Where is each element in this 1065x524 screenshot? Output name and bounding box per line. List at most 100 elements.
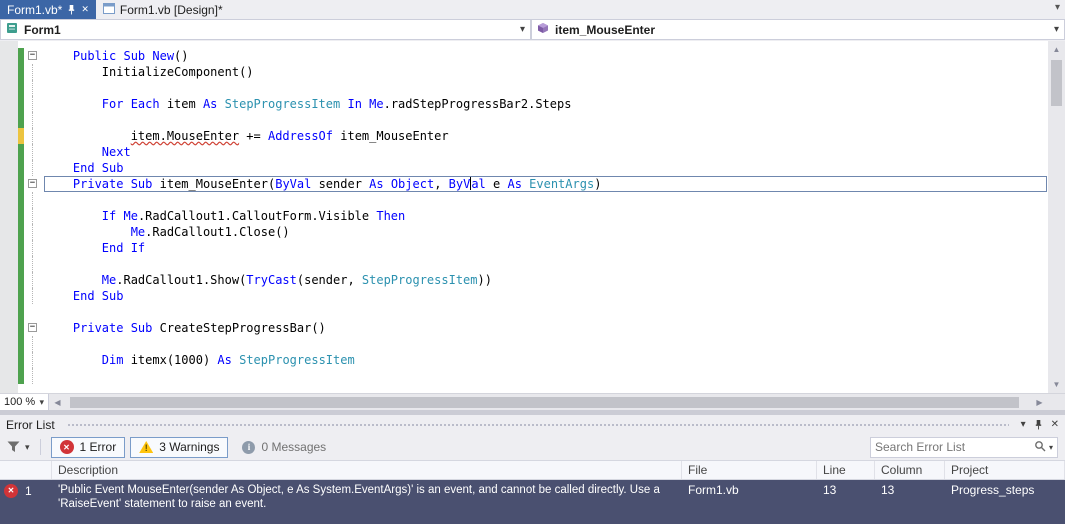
messages-filter-button[interactable]: i 0 Messages (233, 437, 335, 458)
code-line[interactable] (0, 80, 1065, 96)
code-text[interactable] (44, 368, 1047, 384)
code-text[interactable]: item.MouseEnter += AddressOf item_MouseE… (44, 128, 1047, 144)
tab-form1-vb-design[interactable]: Form1.vb [Design]* (96, 0, 230, 19)
indicator-margin[interactable] (0, 176, 18, 192)
code-line[interactable] (0, 192, 1065, 208)
code-line[interactable]: If Me.RadCallout1.CalloutForm.Visible Th… (0, 208, 1065, 224)
code-line[interactable] (0, 256, 1065, 272)
code-text[interactable] (44, 112, 1047, 128)
indicator-margin[interactable] (0, 160, 18, 176)
zoom-selector[interactable]: 100 % ▾ (0, 394, 49, 410)
code-line[interactable]: End Sub (0, 288, 1065, 304)
code-line[interactable] (0, 336, 1065, 352)
code-line[interactable]: Next (0, 144, 1065, 160)
indicator-margin[interactable] (0, 288, 18, 304)
indicator-margin[interactable] (0, 64, 18, 80)
close-icon[interactable]: ✕ (81, 5, 89, 14)
fold-collapse-icon[interactable]: − (28, 179, 37, 188)
indicator-margin[interactable] (0, 48, 18, 64)
code-text[interactable]: End If (44, 240, 1047, 256)
code-text[interactable]: Dim itemx(1000) As StepProgressItem (44, 352, 1047, 368)
chevron-down-icon[interactable]: ▾ (25, 442, 30, 453)
editor-vertical-scrollbar[interactable]: ▲ ▼ (1048, 41, 1065, 393)
code-text[interactable]: For Each item As StepProgressItem In Me.… (44, 96, 1047, 112)
indicator-margin[interactable] (0, 96, 18, 112)
indicator-margin[interactable] (0, 336, 18, 352)
scroll-up-icon[interactable]: ▲ (1048, 41, 1065, 58)
code-line[interactable]: − Private Sub item_MouseEnter(ByVal send… (0, 176, 1065, 192)
search-icon[interactable] (1034, 440, 1046, 455)
indicator-margin[interactable] (0, 304, 18, 320)
scroll-down-icon[interactable]: ▼ (1048, 376, 1065, 393)
indicator-margin[interactable] (0, 272, 18, 288)
fold-collapse-icon[interactable]: − (28, 323, 37, 332)
code-text[interactable]: InitializeComponent() (44, 64, 1047, 80)
indicator-margin[interactable] (0, 80, 18, 96)
code-line[interactable]: − Private Sub CreateStepProgressBar() (0, 320, 1065, 336)
drag-grip[interactable] (66, 422, 1009, 427)
types-dropdown[interactable]: Form1 ▾ (0, 19, 531, 40)
vertical-scrollbar-thumb[interactable] (1051, 60, 1062, 106)
warnings-filter-button[interactable]: ! 3 Warnings (130, 436, 229, 458)
code-line[interactable]: item.MouseEnter += AddressOf item_MouseE… (0, 128, 1065, 144)
indicator-margin[interactable] (0, 240, 18, 256)
indicator-margin[interactable] (0, 224, 18, 240)
indicator-margin[interactable] (0, 352, 18, 368)
code-text[interactable]: Private Sub CreateStepProgressBar() (44, 320, 1047, 336)
code-text[interactable] (44, 256, 1047, 272)
indicator-margin[interactable] (0, 320, 18, 336)
code-text[interactable] (44, 304, 1047, 320)
code-text[interactable]: End Sub (44, 160, 1047, 176)
column-header-file[interactable]: File (682, 461, 817, 479)
error-list-title-bar[interactable]: Error List ▾ ✕ (0, 415, 1065, 434)
window-position-chevron-icon[interactable]: ▾ (1021, 419, 1026, 430)
members-dropdown[interactable]: item_MouseEnter ▾ (531, 19, 1065, 40)
scroll-right-icon[interactable]: ▶ (1031, 394, 1048, 411)
code-text[interactable] (44, 192, 1047, 208)
indicator-margin[interactable] (0, 112, 18, 128)
search-input[interactable] (875, 440, 1031, 454)
indicator-margin[interactable] (0, 128, 18, 144)
pin-icon[interactable] (1034, 419, 1043, 430)
editor-horizontal-scrollbar[interactable] (66, 394, 1031, 410)
column-header-column[interactable]: Column (875, 461, 945, 479)
indicator-margin[interactable] (0, 256, 18, 272)
tab-form1-vb[interactable]: Form1.vb* ✕ (0, 0, 96, 19)
close-icon[interactable]: ✕ (1051, 419, 1059, 430)
indicator-margin[interactable] (0, 144, 18, 160)
error-row[interactable]: ✕ 1 'Public Event MouseEnter(sender As O… (0, 480, 1065, 524)
code-line[interactable]: For Each item As StepProgressItem In Me.… (0, 96, 1065, 112)
column-header-severity[interactable] (0, 461, 52, 479)
code-line[interactable] (0, 368, 1065, 384)
code-text[interactable]: If Me.RadCallout1.CalloutForm.Visible Th… (44, 208, 1047, 224)
code-line[interactable]: Me.RadCallout1.Show(TryCast(sender, Step… (0, 272, 1065, 288)
column-header-description[interactable]: Description (52, 461, 682, 479)
scroll-left-icon[interactable]: ◀ (49, 394, 66, 411)
code-line[interactable]: − Public Sub New() (0, 48, 1065, 64)
tab-list-chevron-icon[interactable]: ▾ (1055, 2, 1060, 13)
fold-collapse-icon[interactable]: − (28, 51, 37, 60)
code-text[interactable]: Public Sub New() (44, 48, 1047, 64)
code-text[interactable]: Me.RadCallout1.Show(TryCast(sender, Step… (44, 272, 1047, 288)
code-editor[interactable]: − Public Sub New() InitializeComponent()… (0, 41, 1065, 393)
code-line[interactable]: Dim itemx(1000) As StepProgressItem (0, 352, 1065, 368)
code-text[interactable] (44, 336, 1047, 352)
code-line[interactable] (0, 112, 1065, 128)
horizontal-scrollbar-thumb[interactable] (70, 397, 1019, 408)
code-line[interactable]: End Sub (0, 160, 1065, 176)
code-line[interactable]: Me.RadCallout1.Close() (0, 224, 1065, 240)
code-text[interactable]: Private Sub item_MouseEnter(ByVal sender… (44, 176, 1047, 192)
errors-filter-button[interactable]: ✕ 1 Error (50, 436, 126, 458)
chevron-down-icon[interactable]: ▾ (1049, 443, 1053, 452)
code-text[interactable]: End Sub (44, 288, 1047, 304)
column-header-line[interactable]: Line (817, 461, 875, 479)
code-line[interactable]: InitializeComponent() (0, 64, 1065, 80)
indicator-margin[interactable] (0, 208, 18, 224)
filter-icon[interactable] (7, 441, 20, 453)
code-text[interactable]: Me.RadCallout1.Close() (44, 224, 1047, 240)
code-line[interactable]: End If (0, 240, 1065, 256)
indicator-margin[interactable] (0, 368, 18, 384)
code-text[interactable] (44, 80, 1047, 96)
code-text[interactable]: Next (44, 144, 1047, 160)
column-header-project[interactable]: Project (945, 461, 1065, 479)
